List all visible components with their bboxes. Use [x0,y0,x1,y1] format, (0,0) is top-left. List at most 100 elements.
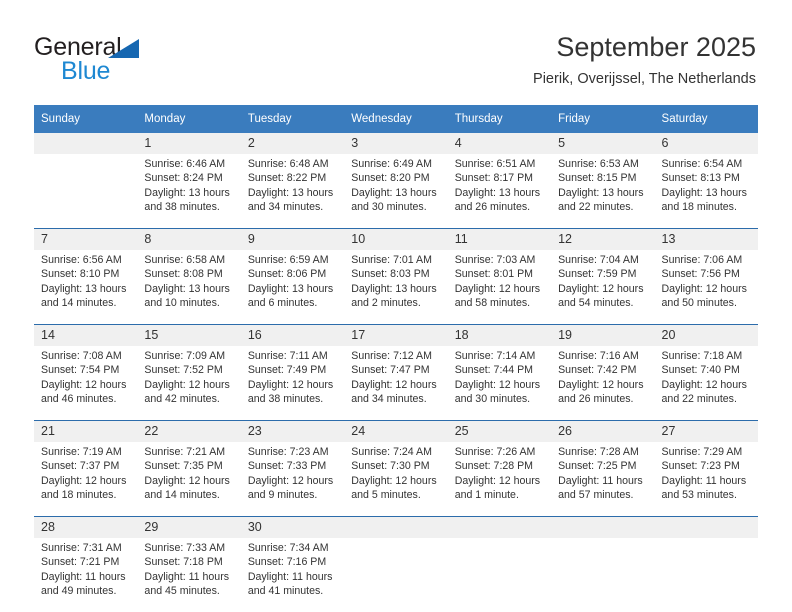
day-number[interactable]: 6 [654,133,758,154]
day-cell[interactable]: Sunrise: 6:54 AM Sunset: 8:13 PM Dayligh… [654,154,758,228]
day-cell[interactable]: Sunrise: 7:09 AM Sunset: 7:52 PM Dayligh… [137,346,241,420]
day-number[interactable] [344,517,448,538]
day-cell[interactable]: Sunrise: 7:19 AM Sunset: 7:37 PM Dayligh… [34,442,138,516]
day-number[interactable]: 10 [344,229,448,250]
week-5-daynumbers: 28 29 30 [34,517,758,538]
sunrise-text: Sunrise: 7:34 AM [247,542,329,554]
daylight-text-line1: Daylight: 12 hours [558,378,644,391]
day-cell[interactable]: Sunrise: 6:56 AM Sunset: 8:10 PM Dayligh… [34,250,138,324]
daylight-text-line1: Daylight: 13 hours [661,186,747,199]
week-1-details: Sunrise: 6:46 AM Sunset: 8:24 PM Dayligh… [34,154,758,228]
day-number[interactable]: 20 [654,325,758,346]
day-number[interactable] [551,517,655,538]
day-number[interactable]: 15 [137,325,241,346]
day-cell[interactable]: Sunrise: 7:08 AM Sunset: 7:54 PM Dayligh… [34,346,138,420]
day-number[interactable]: 18 [447,325,552,346]
sunset-text: Sunset: 7:16 PM [247,556,327,569]
daylight-text-line2: and 26 minutes. [454,201,531,214]
sunrise-text: Sunrise: 7:28 AM [558,446,639,458]
day-number[interactable]: 28 [34,517,138,538]
day-cell[interactable]: Sunrise: 7:29 AM Sunset: 7:23 PM Dayligh… [654,442,758,516]
day-cell[interactable]: Sunrise: 7:28 AM Sunset: 7:25 PM Dayligh… [551,442,655,516]
sunset-text: Sunset: 7:42 PM [558,364,637,377]
daylight-text-line2: and 5 minutes. [351,489,421,502]
daylight-text-line1: Daylight: 12 hours [661,378,747,391]
day-number[interactable]: 17 [344,325,448,346]
daylight-text-line1: Daylight: 13 hours [144,282,230,295]
day-cell[interactable]: Sunrise: 7:31 AM Sunset: 7:21 PM Dayligh… [34,538,138,612]
day-number[interactable]: 14 [34,325,138,346]
day-number[interactable]: 23 [240,421,345,442]
day-cell[interactable]: Sunrise: 7:12 AM Sunset: 7:47 PM Dayligh… [344,346,448,420]
day-number[interactable]: 24 [344,421,448,442]
day-cell[interactable]: Sunrise: 7:14 AM Sunset: 7:44 PM Dayligh… [447,346,552,420]
day-number[interactable]: 12 [551,229,655,250]
day-number[interactable]: 30 [240,517,345,538]
day-number[interactable]: 4 [447,133,552,154]
day-cell[interactable] [447,538,552,612]
day-cell[interactable] [654,538,758,612]
day-cell[interactable]: Sunrise: 6:58 AM Sunset: 8:08 PM Dayligh… [137,250,241,324]
day-cell[interactable]: Sunrise: 7:21 AM Sunset: 7:35 PM Dayligh… [137,442,241,516]
day-cell[interactable]: Sunrise: 7:26 AM Sunset: 7:28 PM Dayligh… [447,442,552,516]
day-number[interactable] [447,517,552,538]
day-cell[interactable]: Sunrise: 6:48 AM Sunset: 8:22 PM Dayligh… [240,154,345,228]
day-cell[interactable]: Sunrise: 6:51 AM Sunset: 8:17 PM Dayligh… [447,154,552,228]
day-number[interactable]: 16 [240,325,345,346]
day-number[interactable]: 1 [137,133,241,154]
day-number[interactable]: 2 [240,133,345,154]
day-cell[interactable]: Sunrise: 6:59 AM Sunset: 8:06 PM Dayligh… [240,250,345,324]
day-cell[interactable] [344,538,448,612]
week-1-daynumbers: 1 2 3 4 5 6 [34,133,758,154]
day-cell[interactable]: Sunrise: 7:18 AM Sunset: 7:40 PM Dayligh… [654,346,758,420]
day-number[interactable]: 3 [344,133,448,154]
day-number[interactable]: 5 [551,133,655,154]
day-number[interactable]: 21 [34,421,138,442]
sunset-text: Sunset: 7:56 PM [661,268,740,281]
day-number[interactable]: 9 [240,229,345,250]
day-cell[interactable]: Sunrise: 7:03 AM Sunset: 8:01 PM Dayligh… [447,250,552,324]
day-cell[interactable]: Sunrise: 7:11 AM Sunset: 7:49 PM Dayligh… [240,346,345,420]
day-cell[interactable] [551,538,655,612]
day-cell[interactable] [34,154,138,228]
day-number[interactable]: 19 [551,325,655,346]
day-cell[interactable]: Sunrise: 7:04 AM Sunset: 7:59 PM Dayligh… [551,250,655,324]
day-number[interactable]: 25 [447,421,552,442]
day-cell[interactable]: Sunrise: 6:53 AM Sunset: 8:15 PM Dayligh… [551,154,655,228]
sunset-text: Sunset: 8:08 PM [144,268,223,281]
daylight-text-line1: Daylight: 11 hours [41,570,126,583]
day-number[interactable]: 26 [551,421,655,442]
sunrise-text: Sunrise: 7:24 AM [351,446,432,458]
day-number[interactable]: 8 [137,229,241,250]
day-number[interactable]: 27 [654,421,758,442]
sunrise-text: Sunrise: 6:51 AM [454,158,536,170]
day-cell[interactable]: Sunrise: 7:06 AM Sunset: 7:56 PM Dayligh… [654,250,758,324]
sunset-text: Sunset: 7:44 PM [454,364,534,377]
sunrise-text: Sunrise: 7:06 AM [661,254,743,266]
day-cell[interactable]: Sunrise: 7:01 AM Sunset: 8:03 PM Dayligh… [344,250,448,324]
day-number[interactable] [34,133,138,154]
day-number[interactable]: 29 [137,517,241,538]
day-cell[interactable]: Sunrise: 7:23 AM Sunset: 7:33 PM Dayligh… [240,442,345,516]
day-cell[interactable]: Sunrise: 6:46 AM Sunset: 8:24 PM Dayligh… [137,154,241,228]
day-number[interactable]: 7 [34,229,138,250]
sunrise-text: Sunrise: 7:01 AM [351,254,432,266]
sunrise-text: Sunrise: 7:23 AM [247,446,329,458]
day-number[interactable]: 11 [447,229,552,250]
day-cell[interactable]: Sunrise: 7:16 AM Sunset: 7:42 PM Dayligh… [551,346,655,420]
day-cell[interactable]: Sunrise: 6:49 AM Sunset: 8:20 PM Dayligh… [344,154,448,228]
day-cell[interactable]: Sunrise: 7:24 AM Sunset: 7:30 PM Dayligh… [344,442,448,516]
day-cell[interactable]: Sunrise: 7:33 AM Sunset: 7:18 PM Dayligh… [137,538,241,612]
day-cell[interactable]: Sunrise: 7:34 AM Sunset: 7:16 PM Dayligh… [240,538,345,612]
daylight-text-line1: Daylight: 12 hours [454,282,541,295]
day-number[interactable] [654,517,758,538]
sunrise-text: Sunrise: 7:12 AM [351,350,432,362]
day-number[interactable]: 22 [137,421,241,442]
sunrise-text: Sunrise: 7:19 AM [41,446,122,458]
daylight-text-line2: and 14 minutes. [144,489,220,502]
daylight-text-line1: Daylight: 11 hours [661,474,747,487]
day-number[interactable]: 13 [654,229,758,250]
daylight-text-line1: Daylight: 13 hours [351,186,437,199]
daylight-text-line1: Daylight: 11 hours [144,570,230,583]
sunrise-text: Sunrise: 6:49 AM [351,158,432,170]
